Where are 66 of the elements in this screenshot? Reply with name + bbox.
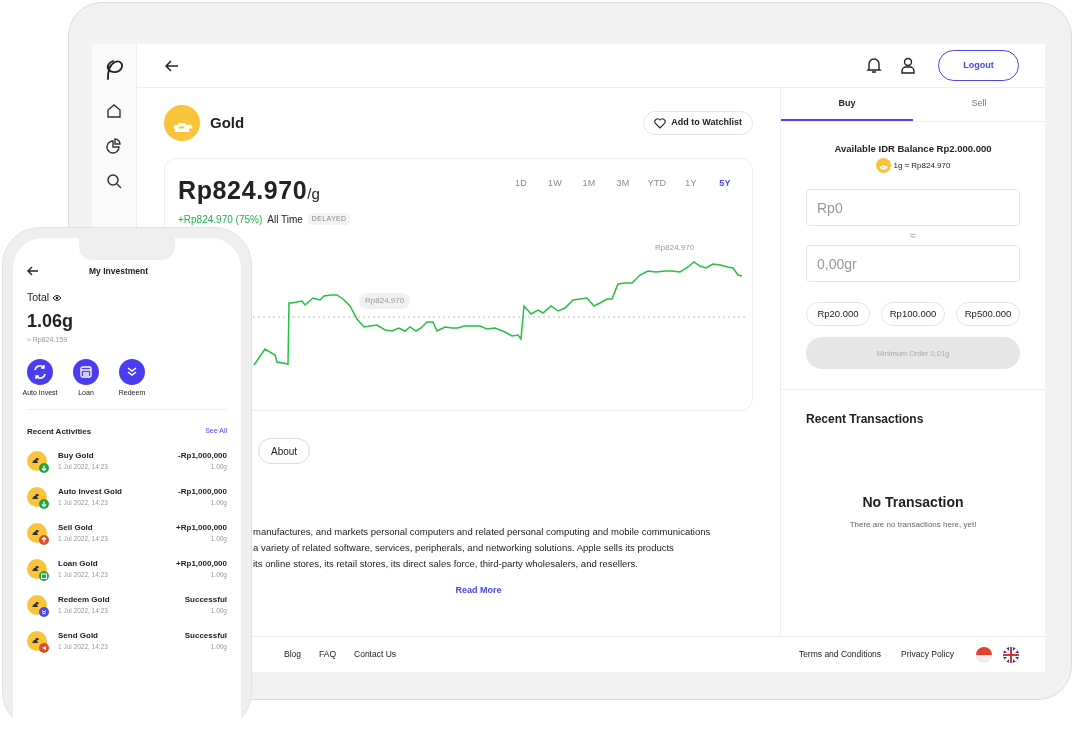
range-tab[interactable]: YTD [643,177,671,191]
total-label: Total [27,289,50,305]
eye-icon[interactable] [52,293,63,302]
footer-link[interactable]: Blog [284,648,301,661]
bell-icon[interactable] [866,57,882,74]
back-arrow-icon[interactable] [165,59,179,72]
activity-amount: +Rp1,000,000 [176,557,227,569]
trade-tab[interactable]: Buy [781,88,913,121]
bullion-icon [164,105,200,141]
heart-icon [654,117,667,129]
footer-link[interactable]: Privacy Policy [901,648,954,661]
asset-icon [27,558,47,579]
trade-tab[interactable]: Sell [913,88,1045,121]
pie-chart-icon[interactable] [106,138,122,154]
price-change: +Rp824.970 (75%) [178,212,263,227]
range-tab[interactable]: 1D [507,177,535,191]
grams-field[interactable]: 0,00gr [806,245,1020,283]
marker-label: Rp824.970 [359,292,411,309]
footer-link[interactable]: Terms and Conditions [798,648,882,661]
rate-text: 1g ≈ Rp824.970 [893,159,951,172]
asset-name: Gold [210,112,245,133]
phone-title: My Investment [89,265,149,278]
calendar-action-icon[interactable] [73,359,99,385]
activity-title: Auto Invest Gold [58,485,122,497]
activity-title: Sell Gold [58,521,94,533]
total-grams: 1.06g [27,309,75,333]
bullion-icon [875,158,891,174]
range-tab[interactable]: 1M [575,177,603,191]
period-label: All Time [267,212,303,227]
activity-amount: Successful [184,593,227,605]
range-tab[interactable]: 1W [541,177,569,191]
recent-transactions-title: Recent Transactions [806,411,925,429]
chevrons-action-icon[interactable] [119,359,145,385]
description-line: its online stores, its retail stores, its direct sales force, third-party wholesalers, and resellers. [253,557,639,570]
indonesia-flag-icon[interactable] [976,646,992,663]
user-icon[interactable] [900,57,916,74]
back-arrow-icon[interactable] [27,266,39,277]
read-more-link[interactable]: Read More [455,584,502,598]
high-label: Rp824.970 [655,241,695,254]
balance-text: Available IDR Balance Rp2.000.000 [834,142,992,156]
range-tab[interactable]: 5Y [711,177,739,191]
home-icon[interactable] [106,103,122,119]
price-unit: /g [307,185,320,202]
description-line: manufactures, and markets personal computers and related personal computing and mobile communications [253,525,712,538]
activity-amount: -Rp1,000,000 [178,449,227,461]
cycle-action-icon[interactable] [27,359,53,385]
amount-field[interactable]: Rp0 [806,189,1020,227]
range-tab[interactable]: 1Y [677,177,705,191]
activity-amount: Successful [184,629,227,641]
activity-title: Buy Gold [58,449,95,461]
activity-title: Loan Gold [58,557,99,569]
uk-flag-icon[interactable] [1003,646,1019,663]
footer-link[interactable]: Contact Us [354,648,397,661]
approx-sign: ≈ [910,229,916,244]
activity-title: Redeem Gold [58,593,110,605]
activity-amount: -Rp1,000,000 [178,485,227,497]
price: Rp824.970 [178,175,308,206]
range-tab[interactable]: 3M [609,177,637,191]
footer-link[interactable]: FAQ [319,648,337,661]
activity-title: Send Gold [58,629,99,641]
activities-title: Recent Activities [27,425,92,438]
empty-title: No Transaction [862,493,964,513]
description-line: a variety of related software, services, peripherals, and networking solutions. Apple sells its products [253,541,675,554]
search-icon[interactable] [106,173,122,189]
activity-amount: +Rp1,000,000 [176,521,227,533]
empty-text: There are no transactions here, yet! [849,519,977,532]
